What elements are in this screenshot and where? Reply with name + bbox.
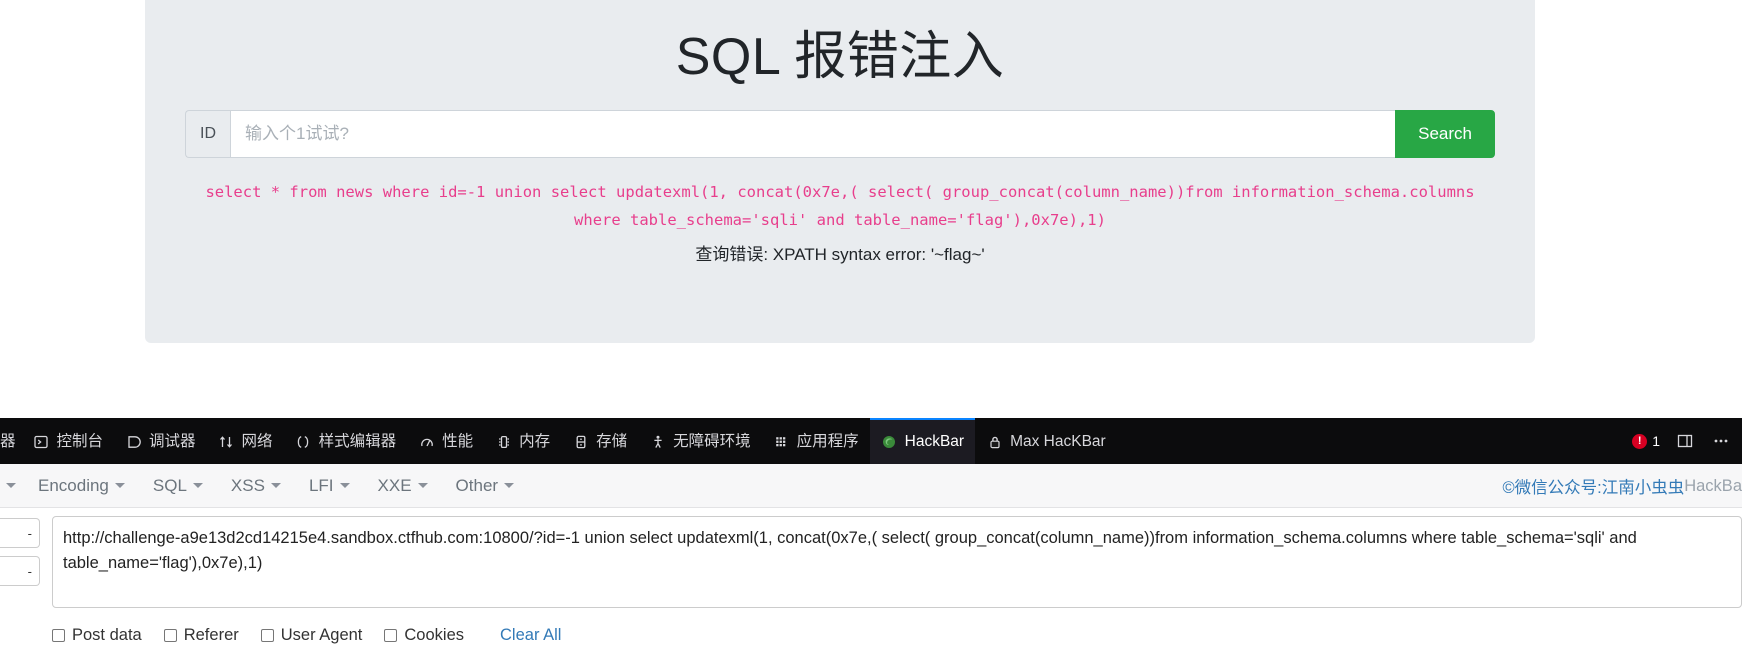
- chevron-down-icon: [114, 483, 125, 488]
- console-icon: [33, 434, 50, 451]
- meatball-menu-icon[interactable]: [1710, 430, 1732, 452]
- load-url-button[interactable]: -: [0, 518, 40, 548]
- credit-prefix: ©微信公众号:: [1502, 479, 1602, 497]
- hackbar-menu-sql[interactable]: SQL: [139, 476, 217, 496]
- error-count-label: 1: [1652, 433, 1660, 449]
- devtools-tab-label: 调试器: [149, 433, 196, 451]
- chevron-down-icon: [339, 483, 350, 488]
- devtools-panel: 器 控制台 调试器 网络 样式编辑器 性能 内存 存储 无障碍环境 应用程序 HackBar Max …: [0, 418, 1742, 647]
- clear-all-link[interactable]: Clear All: [500, 626, 561, 645]
- devtools-tab-max-hackbar[interactable]: Max HacKBar: [975, 418, 1117, 464]
- devtools-tab-label: Max HacKBar: [1010, 433, 1106, 451]
- jumbotron-panel: SQL 报错注入 ID Search select * from news wh…: [145, 0, 1535, 343]
- checkbox-label: User Agent: [280, 626, 363, 644]
- devtools-toolbar-right: ! 1: [1632, 418, 1742, 464]
- checkbox-cookies[interactable]: Cookies: [384, 626, 464, 645]
- credit-name[interactable]: 江南小虫虫: [1602, 474, 1685, 498]
- web-page-content: SQL 报错注入 ID Search select * from news wh…: [0, 0, 1742, 418]
- checkbox-user-agent[interactable]: User Agent: [260, 626, 363, 645]
- checkbox-box-icon[interactable]: [163, 629, 177, 642]
- hackbar-menu-xss[interactable]: XSS: [217, 476, 295, 496]
- checkbox-label: Cookies: [404, 626, 465, 644]
- devtools-tab-控制台[interactable]: 控制台: [22, 418, 115, 464]
- credit-tail: HackBa: [1684, 476, 1742, 495]
- search-button[interactable]: Search: [1395, 110, 1495, 158]
- dock-to-side-icon[interactable]: [1674, 430, 1696, 452]
- checkbox-referer[interactable]: Referer: [163, 626, 239, 645]
- lock-icon: [986, 434, 1003, 451]
- error-count-badge[interactable]: ! 1: [1632, 433, 1660, 449]
- query-error-message: 查询错误: XPATH syntax error: '~flag~': [695, 245, 985, 264]
- devtools-tab-label: 无障碍环境: [673, 433, 751, 451]
- devtools-tab-调试器[interactable]: 调试器: [114, 418, 207, 464]
- checkbox-label: Post data: [72, 626, 142, 644]
- devtools-tab-label: 控制台: [56, 433, 104, 451]
- devtools-tab-label: HackBar: [904, 433, 965, 451]
- hackbar-menu-label: Encoding: [38, 475, 109, 495]
- firefox-icon: [881, 434, 898, 451]
- url-textarea[interactable]: [52, 516, 1742, 608]
- checkbox-label: Referer: [183, 626, 239, 644]
- devtools-tab-样式编辑器[interactable]: 样式编辑器: [284, 418, 408, 464]
- devtools-tab-器[interactable]: 器: [0, 418, 22, 464]
- chevron-down-icon: [270, 483, 281, 488]
- devtools-tab-内存[interactable]: 内存: [484, 418, 561, 464]
- split-url-button[interactable]: -: [0, 556, 40, 586]
- hackbar-menu-other[interactable]: Other: [442, 476, 529, 496]
- devtools-tab-应用程序[interactable]: 应用程序: [762, 418, 870, 464]
- chevron-down-icon: [192, 483, 203, 488]
- hackbar-url-wrap: [52, 516, 1742, 608]
- storage-icon: [572, 434, 589, 451]
- hackbar-menu-label: Other: [455, 475, 499, 495]
- hackbar-credit: ©微信公众号: 江南小虫虫 HackBa: [1502, 464, 1742, 508]
- devtools-tab-无障碍环境[interactable]: 无障碍环境: [638, 418, 762, 464]
- checkbox-box-icon[interactable]: [260, 629, 274, 642]
- debugger-icon: [125, 434, 142, 451]
- accessibility-icon: [649, 434, 666, 451]
- devtools-tab-label: 样式编辑器: [318, 433, 397, 451]
- hackbar-menu-lfi[interactable]: LFI: [295, 476, 364, 496]
- chevron-down-icon: [6, 483, 16, 488]
- devtools-tab-网络[interactable]: 网络: [207, 418, 284, 464]
- hackbar-menu-label: XXE: [377, 475, 412, 495]
- hackbar-menu-label: XSS: [230, 475, 265, 495]
- screenshot-root: SQL 报错注入 ID Search select * from news wh…: [0, 0, 1742, 647]
- chevron-down-icon: [417, 483, 428, 488]
- hackbar-options-row: Post data Referer User Agent Cookies Cle…: [52, 626, 561, 647]
- id-label: ID: [185, 110, 230, 158]
- hackbar-menubar: Encoding SQL XSS LFI XXE Other ©微信公众号: 江南小虫虫 …: [0, 464, 1742, 508]
- checkbox-post-data[interactable]: Post data: [52, 626, 142, 645]
- hackbar-menu-encoding[interactable]: Encoding: [24, 476, 139, 496]
- devtools-tab-性能[interactable]: 性能: [407, 418, 484, 464]
- devtools-tab-label: 性能: [442, 433, 474, 451]
- style-editor-icon: [295, 434, 312, 451]
- hackbar-menu-label: SQL: [152, 475, 187, 495]
- hackbar-menu-xxe[interactable]: XXE: [364, 476, 442, 496]
- network-icon: [218, 434, 235, 451]
- devtools-tab-label: 器: [0, 433, 16, 451]
- hackbar-body: - - Post data Referer User Agent: [0, 508, 1742, 647]
- memory-icon: [495, 434, 512, 451]
- page-title: SQL 报错注入: [675, 28, 1005, 86]
- hackbar-menu-label: LFI: [308, 475, 334, 495]
- devtools-tab-存储[interactable]: 存储: [561, 418, 638, 464]
- devtools-toolbar: 器 控制台 调试器 网络 样式编辑器 性能 内存 存储 无障碍环境 应用程序 HackBar Max …: [0, 418, 1742, 464]
- devtools-tab-label: 内存: [519, 433, 551, 451]
- devtools-tab-label: 应用程序: [796, 433, 859, 451]
- checkbox-box-icon[interactable]: [52, 629, 65, 642]
- hackbar-side-buttons: - -: [0, 518, 40, 586]
- id-search-form: ID Search: [185, 110, 1495, 158]
- devtools-tab-label: 网络: [241, 433, 273, 451]
- checkbox-box-icon[interactable]: [384, 629, 398, 642]
- chevron-down-icon: [504, 483, 515, 488]
- id-input[interactable]: [230, 110, 1396, 158]
- devtools-tab-label: 存储: [596, 433, 628, 451]
- hackbar-menu-item-0[interactable]: [0, 483, 24, 488]
- error-icon: !: [1632, 433, 1648, 449]
- sql-query-echo: select * from news where id=-1 union sel…: [205, 183, 1475, 230]
- performance-icon: [418, 434, 435, 451]
- devtools-tab-hackbar[interactable]: HackBar: [869, 418, 976, 464]
- application-icon: [773, 434, 790, 451]
